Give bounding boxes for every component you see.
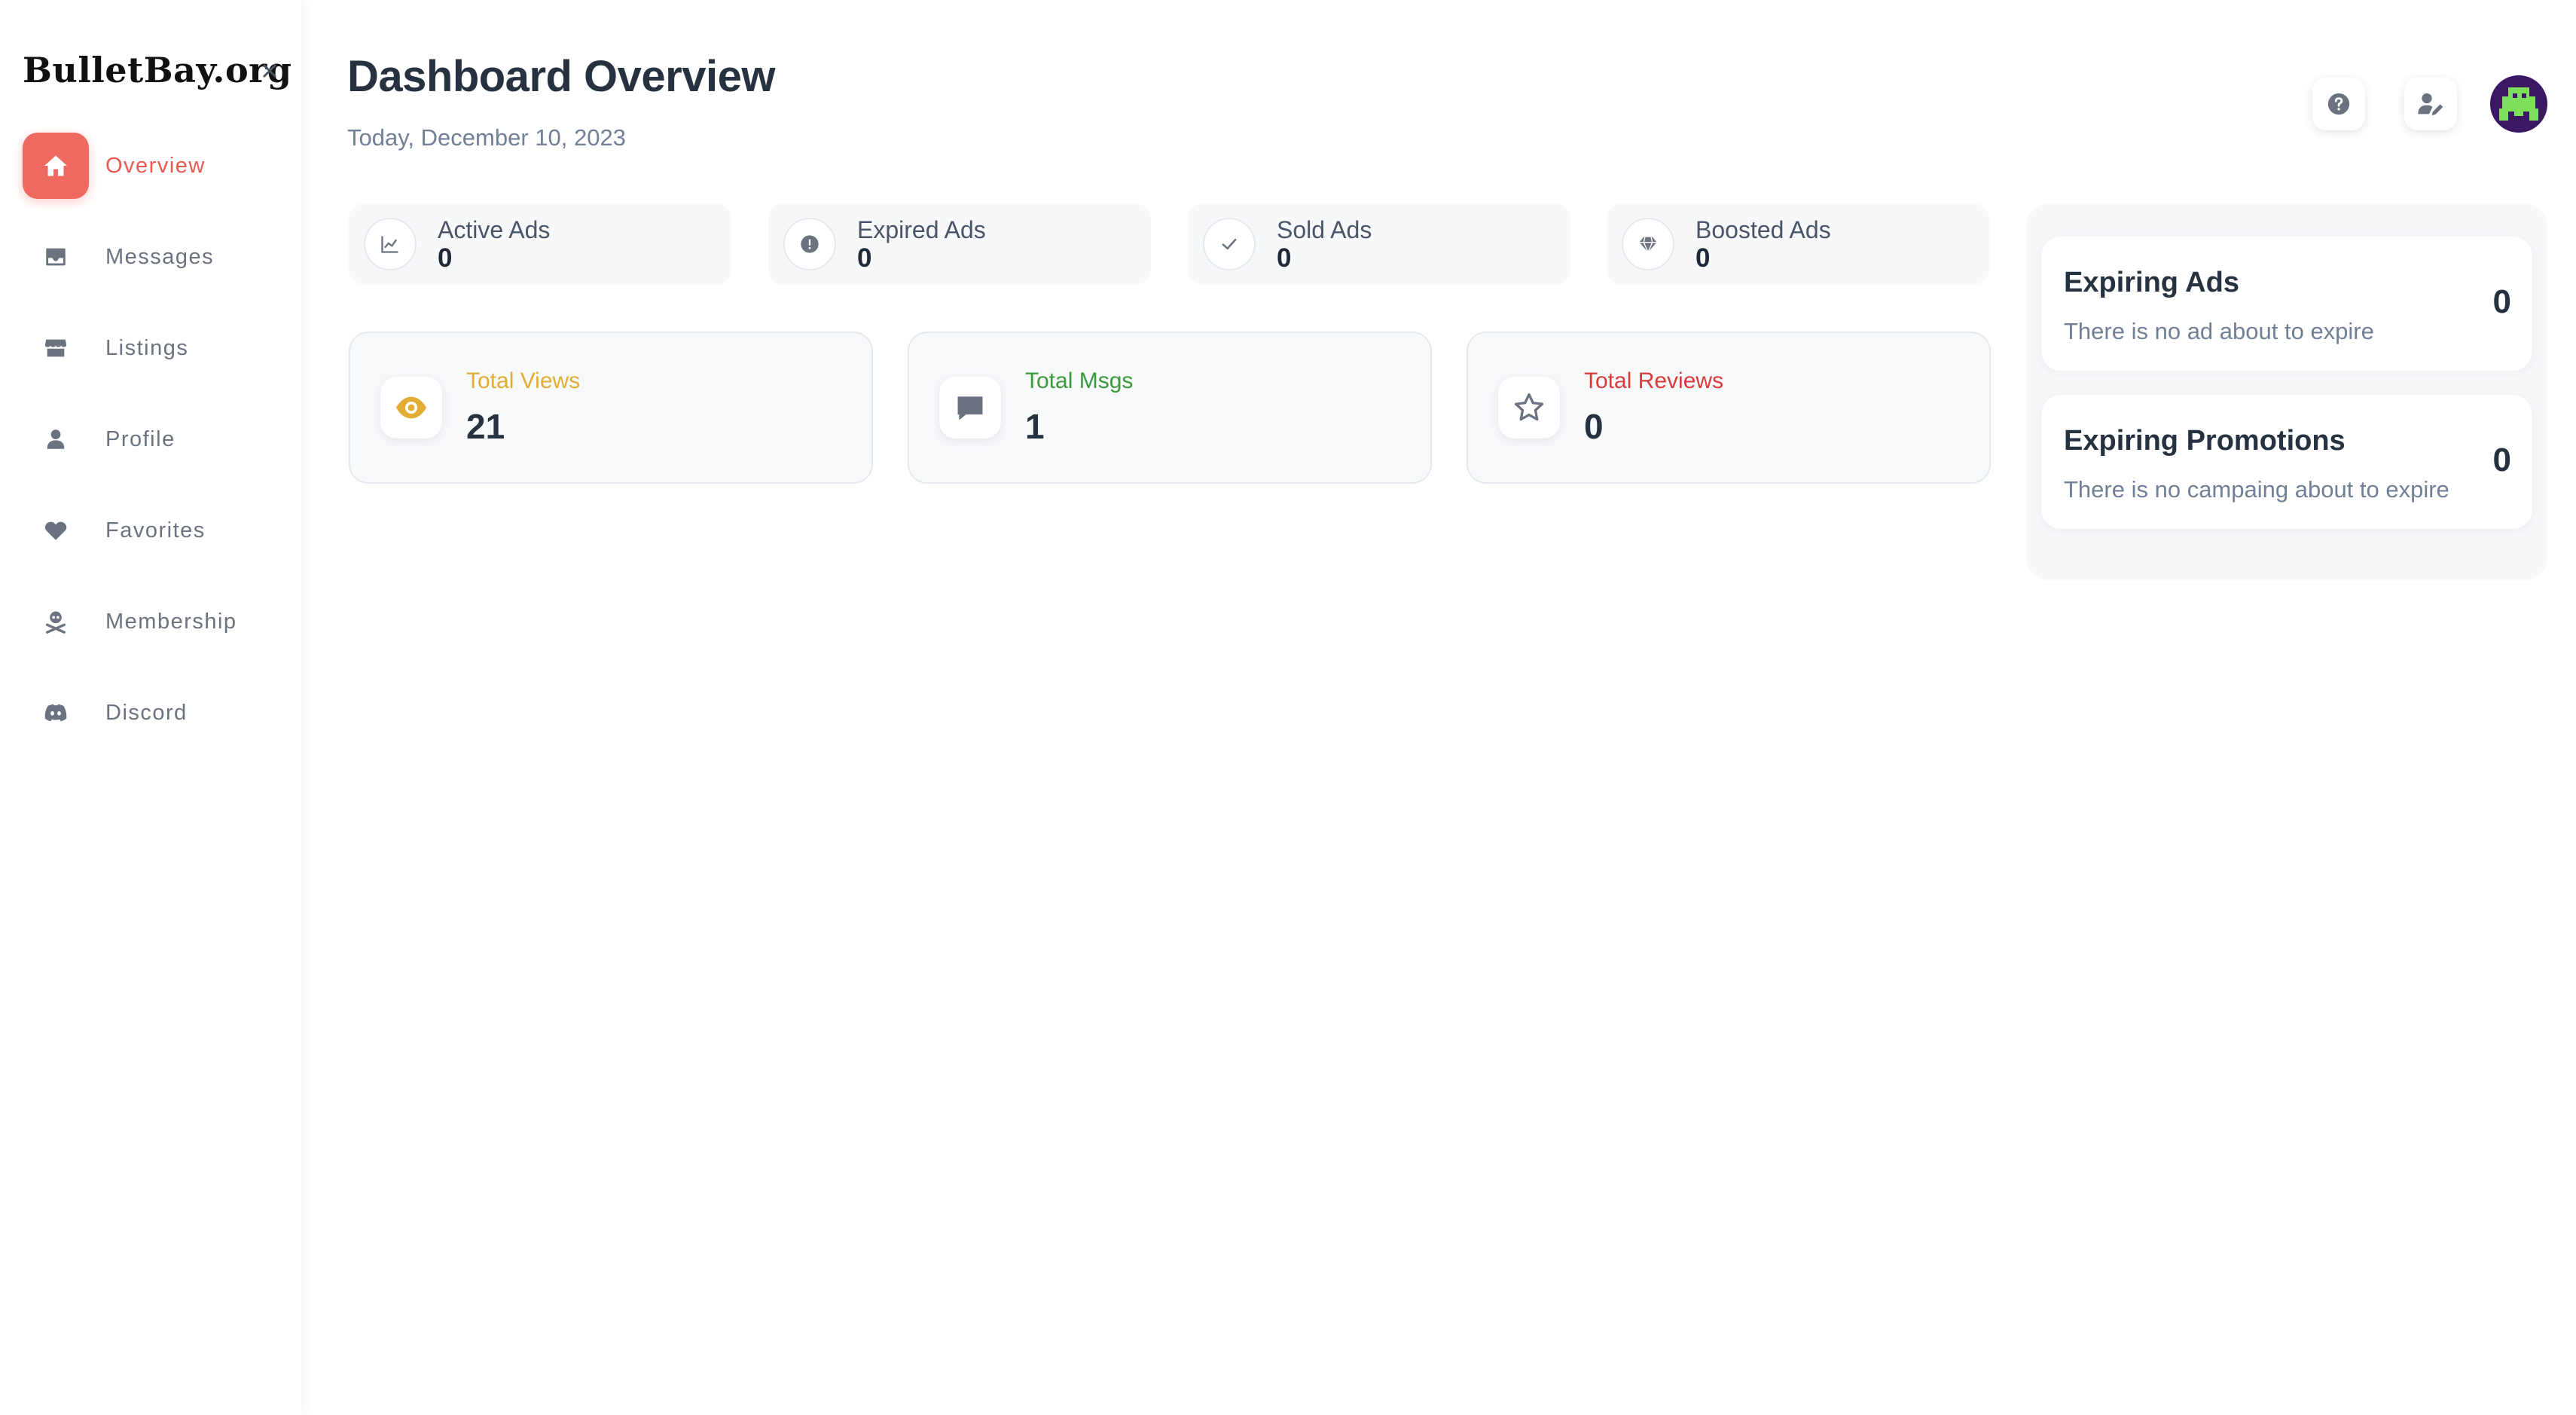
sidebar-item-profile[interactable]: Profile xyxy=(23,406,279,472)
skull-crossbones-icon xyxy=(23,588,89,655)
user-icon xyxy=(23,406,89,472)
stat-label: Sold Ads xyxy=(1277,215,1372,243)
chat-bubble-icon xyxy=(939,377,1001,439)
edit-profile-button[interactable] xyxy=(2404,78,2457,130)
stat-card-expired-ads: Expired Ads 0 xyxy=(768,203,1151,285)
expiring-ads-card[interactable]: Expiring Ads There is no ad about to exp… xyxy=(2041,237,2532,371)
page-title: Dashboard Overview xyxy=(347,52,776,101)
sidebar-item-label: Overview xyxy=(105,153,206,178)
expiring-title: Expiring Ads xyxy=(2064,267,2239,298)
sidebar-item-label: Favorites xyxy=(105,518,206,542)
alert-circle-icon xyxy=(783,218,836,270)
store-icon xyxy=(23,315,89,381)
total-card-msgs: Total Msgs 1 xyxy=(908,332,1432,484)
stat-value: 0 xyxy=(1277,243,1292,273)
stat-value: 0 xyxy=(1695,243,1711,273)
total-value: 1 xyxy=(1025,407,1045,446)
sidebar-item-membership[interactable]: Membership xyxy=(23,588,279,655)
sidebar-item-overview[interactable]: Overview xyxy=(23,133,279,199)
expiring-promotions-card[interactable]: Expiring Promotions There is no campaing… xyxy=(2041,395,2532,529)
sidebar-item-discord[interactable]: Discord xyxy=(23,680,279,746)
sidebar-item-label: Listings xyxy=(105,335,189,360)
stat-card-boosted-ads: Boosted Ads 0 xyxy=(1607,203,1989,285)
expiring-count: 0 xyxy=(2492,283,2511,320)
sidebar: BulletBay.org Overview Messages Listings… xyxy=(0,0,301,1415)
home-icon xyxy=(23,133,89,199)
eye-icon xyxy=(380,377,442,439)
avatar[interactable] xyxy=(2490,75,2547,133)
help-button[interactable] xyxy=(2312,78,2365,130)
help-icon xyxy=(2327,93,2350,115)
expiring-count: 0 xyxy=(2492,442,2511,478)
inbox-icon xyxy=(23,224,89,290)
stat-value: 0 xyxy=(857,243,872,273)
sidebar-item-listings[interactable]: Listings xyxy=(23,315,279,381)
stat-label: Active Ads xyxy=(438,215,551,243)
sidebar-item-label: Discord xyxy=(105,700,188,725)
stat-label: Expired Ads xyxy=(857,215,986,243)
sidebar-item-label: Messages xyxy=(105,244,215,269)
site-logo[interactable]: BulletBay.org xyxy=(23,50,292,90)
check-icon xyxy=(1203,218,1256,270)
total-label: Total Reviews xyxy=(1584,368,1724,393)
stat-card-sold-ads: Sold Ads 0 xyxy=(1188,203,1570,285)
avatar-icon xyxy=(2490,75,2547,133)
discord-icon xyxy=(23,680,89,746)
star-icon xyxy=(1498,377,1560,439)
total-value: 0 xyxy=(1584,407,1604,446)
heart-icon xyxy=(23,497,89,564)
sidebar-item-label: Membership xyxy=(105,609,237,634)
total-card-views: Total Views 21 xyxy=(349,332,873,484)
sidebar-item-favorites[interactable]: Favorites xyxy=(23,497,279,564)
total-card-reviews: Total Reviews 0 xyxy=(1467,332,1991,484)
expiring-subtitle: There is no campaing about to expire xyxy=(2064,476,2449,503)
total-label: Total Views xyxy=(466,368,581,393)
stat-value: 0 xyxy=(438,243,453,273)
user-edit-icon xyxy=(2418,93,2443,115)
chart-line-icon xyxy=(364,218,417,270)
page-date: Today, December 10, 2023 xyxy=(347,124,626,151)
expiring-title: Expiring Promotions xyxy=(2064,425,2346,457)
diamond-icon xyxy=(1622,218,1674,270)
stat-card-active-ads: Active Ads 0 xyxy=(349,203,731,285)
expiring-panel: Expiring Ads There is no ad about to exp… xyxy=(2026,203,2547,580)
sidebar-item-label: Profile xyxy=(105,426,175,451)
stat-label: Boosted Ads xyxy=(1695,215,1831,243)
sidebar-item-messages[interactable]: Messages xyxy=(23,224,279,290)
close-icon[interactable] xyxy=(261,62,279,80)
total-label: Total Msgs xyxy=(1025,368,1134,393)
total-value: 21 xyxy=(466,407,505,446)
expiring-subtitle: There is no ad about to expire xyxy=(2064,318,2374,344)
